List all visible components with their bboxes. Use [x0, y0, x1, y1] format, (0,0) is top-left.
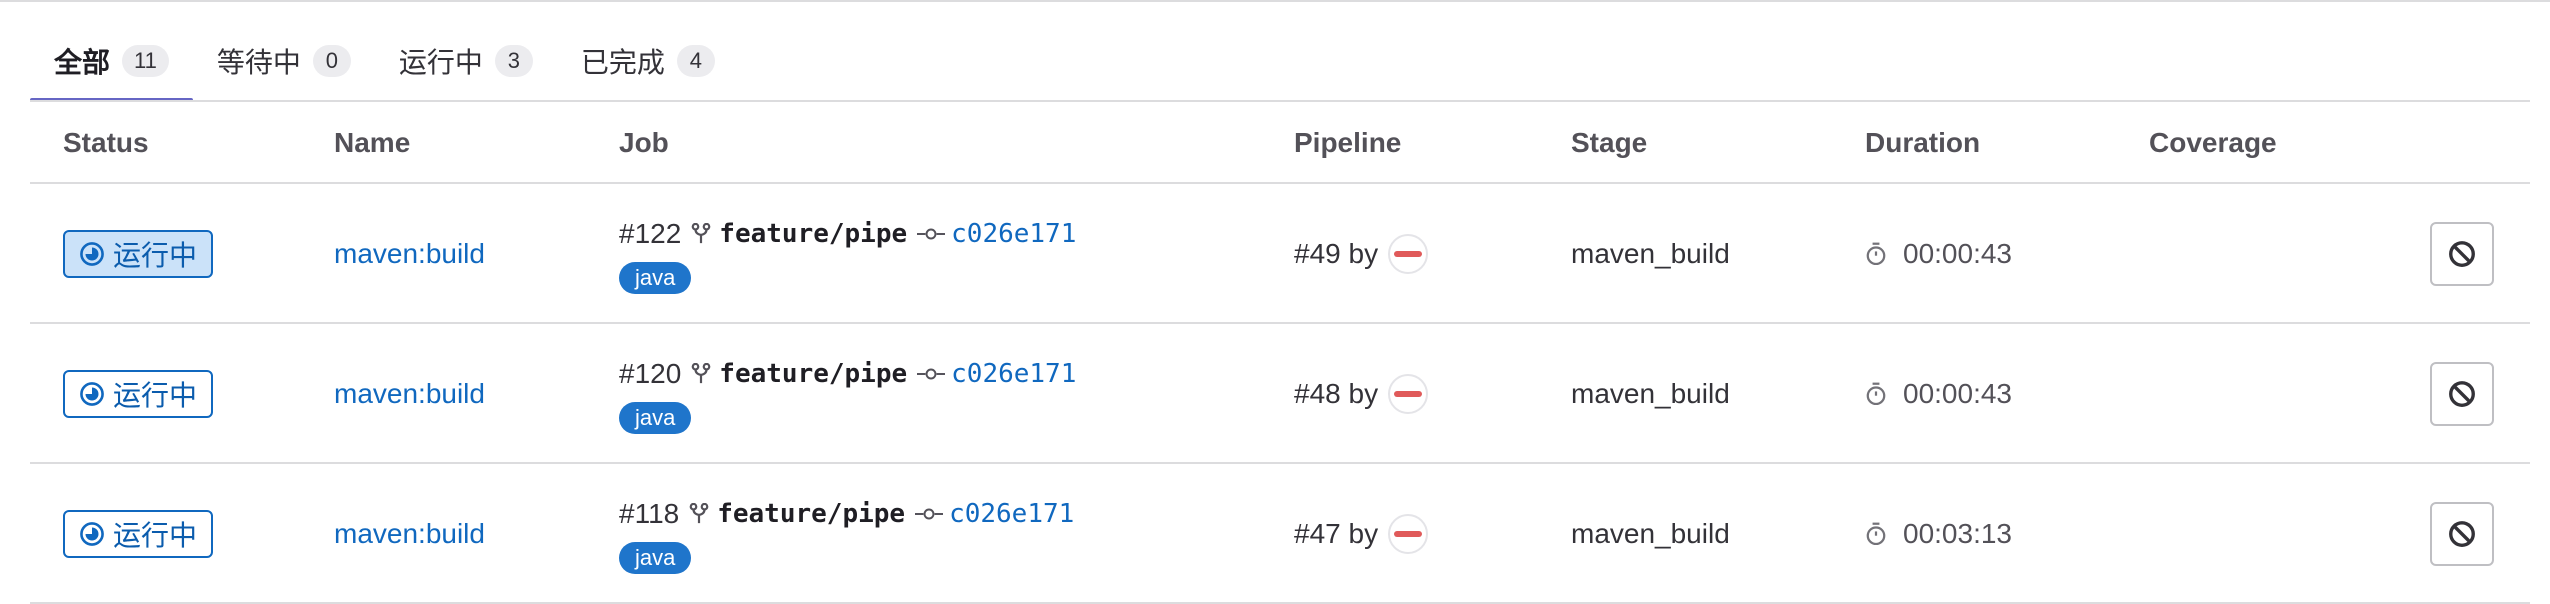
branch-icon	[691, 363, 711, 384]
status-label: 运行中	[113, 240, 198, 271]
pipeline-link[interactable]: #47 by	[1294, 518, 1378, 550]
job-name-link[interactable]: maven:build	[334, 238, 485, 270]
status-badge[interactable]: 运行中	[63, 230, 214, 278]
tab-count-badge: 3	[494, 45, 533, 77]
tab-finished[interactable]: 已完成 4	[557, 22, 739, 100]
job-id: #120	[619, 358, 682, 389]
column-header-stage: Stage	[1571, 127, 1648, 158]
column-header-coverage: Coverage	[2149, 127, 2277, 158]
status-label: 运行中	[113, 520, 198, 551]
user-avatar[interactable]	[1388, 234, 1429, 274]
status-label: 运行中	[113, 380, 198, 411]
job-name-link[interactable]: maven:build	[334, 378, 485, 410]
status-badge[interactable]: 运行中	[63, 510, 214, 558]
branch-icon	[691, 223, 711, 244]
job-id: #118	[619, 498, 680, 529]
column-header-name: Name	[334, 127, 411, 158]
duration-value: 00:03:13	[1903, 518, 2012, 549]
branch-icon	[689, 503, 709, 524]
runner-tag: java	[619, 262, 692, 294]
status-badge[interactable]: 运行中	[63, 370, 214, 418]
status-running-icon	[80, 522, 104, 546]
job-name-link[interactable]: maven:build	[334, 518, 485, 550]
pipeline-link[interactable]: #48 by	[1294, 378, 1378, 410]
top-divider	[0, 0, 2550, 3]
commit-sha-link[interactable]: c026e171	[951, 219, 1076, 249]
cancel-icon	[2449, 241, 2475, 267]
tab-label: 等待中	[216, 47, 301, 78]
table-row: 运行中 maven:build #122 feature/pipe c026e1…	[30, 184, 2530, 324]
tab-count-badge: 4	[676, 45, 715, 77]
tab-label: 全部	[54, 47, 111, 78]
tab-count-badge: 11	[122, 45, 169, 77]
jobs-table: Status Name Job Pipeline Stage Duration …	[30, 102, 2530, 604]
branch-ref[interactable]: feature/pipe	[719, 359, 907, 389]
tab-pending[interactable]: 等待中 0	[193, 22, 375, 100]
column-header-duration: Duration	[1865, 127, 1981, 158]
duration-value: 00:00:43	[1903, 238, 2012, 269]
timer-icon	[1866, 382, 1886, 406]
branch-ref[interactable]: feature/pipe	[719, 219, 907, 249]
job-id: #122	[619, 218, 682, 249]
cancel-icon	[2449, 381, 2475, 407]
table-row: 运行中 maven:build #120 feature/pipe c026e1…	[30, 324, 2530, 464]
table-row: 运行中 maven:build #118 feature/pipe c026e1…	[30, 464, 2530, 604]
stage-name: maven_build	[1571, 238, 1730, 269]
user-avatar[interactable]	[1388, 514, 1429, 554]
cancel-job-button[interactable]	[2430, 222, 2494, 286]
column-header-pipeline: Pipeline	[1294, 127, 1402, 158]
job-status-tabs: 全部 11 等待中 0 运行中 3 已完成 4	[30, 22, 739, 102]
commit-sha-link[interactable]: c026e171	[951, 359, 1076, 389]
commit-sha-link[interactable]: c026e171	[949, 499, 1074, 529]
cancel-job-button[interactable]	[2430, 502, 2494, 566]
runner-tag: java	[619, 402, 692, 434]
commit-icon	[917, 368, 946, 380]
cancel-icon	[2449, 521, 2475, 547]
branch-ref[interactable]: feature/pipe	[717, 499, 905, 529]
status-running-icon	[80, 242, 104, 266]
pipeline-link[interactable]: #49 by	[1294, 238, 1378, 270]
runner-tag: java	[619, 542, 692, 574]
column-header-job: Job	[619, 127, 669, 158]
commit-icon	[917, 228, 946, 240]
tab-label: 运行中	[398, 47, 483, 78]
status-running-icon	[80, 382, 104, 406]
stage-name: maven_build	[1571, 518, 1730, 549]
column-header-status: Status	[63, 127, 149, 158]
tab-all[interactable]: 全部 11	[30, 22, 193, 102]
tab-running[interactable]: 运行中 3	[375, 22, 557, 100]
commit-icon	[915, 508, 944, 520]
tab-count-badge: 0	[312, 45, 351, 77]
cancel-job-button[interactable]	[2430, 362, 2494, 426]
timer-icon	[1866, 522, 1886, 546]
stage-name: maven_build	[1571, 378, 1730, 409]
user-avatar[interactable]	[1388, 374, 1429, 414]
duration-value: 00:00:43	[1903, 378, 2012, 409]
timer-icon	[1866, 242, 1886, 266]
table-header: Status Name Job Pipeline Stage Duration …	[30, 102, 2530, 184]
tab-label: 已完成	[580, 47, 665, 78]
